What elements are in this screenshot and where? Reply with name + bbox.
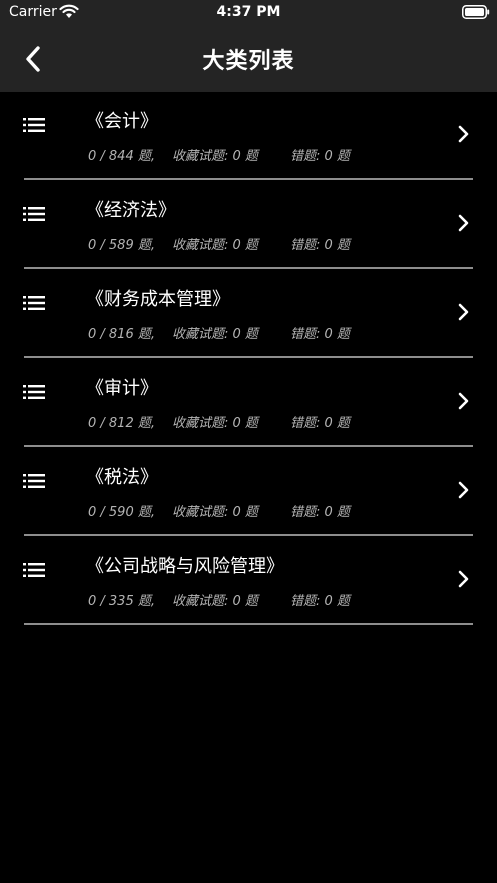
- list-icon: [23, 562, 45, 582]
- list-icon: [23, 384, 45, 404]
- category-stats: 0 / 335 题, 收藏试题: 0 题 错题: 0 题: [88, 590, 350, 609]
- list-icon: [23, 206, 45, 226]
- status-bar: Carrier 4:37 PM: [0, 0, 497, 26]
- category-row[interactable]: 《公司战略与风险管理》 0 / 335 题, 收藏试题: 0 题 错题: 0 题: [0, 537, 497, 626]
- row-divider: [24, 623, 473, 625]
- errors-count: 错题: 0 题: [290, 238, 350, 253]
- category-title: 《会计》: [86, 111, 158, 132]
- category-stats: 0 / 590 题, 收藏试题: 0 题 错题: 0 题: [88, 501, 350, 520]
- category-title: 《税法》: [86, 467, 158, 488]
- favorites-count: 收藏试题: 0 题: [172, 327, 258, 342]
- row-divider: [24, 356, 473, 358]
- errors-count: 错题: 0 题: [290, 416, 350, 431]
- category-row[interactable]: 《经济法》 0 / 589 题, 收藏试题: 0 题 错题: 0 题: [0, 181, 497, 270]
- favorites-count: 收藏试题: 0 题: [172, 416, 258, 431]
- battery-icon: [462, 5, 490, 23]
- category-title: 《审计》: [86, 378, 158, 399]
- favorites-count: 收藏试题: 0 题: [172, 149, 258, 164]
- navigation-bar: 大类列表: [0, 26, 497, 92]
- category-title: 《公司战略与风险管理》: [86, 556, 284, 577]
- chevron-right-icon: [456, 392, 470, 414]
- list-icon: [23, 295, 45, 315]
- category-title: 《经济法》: [86, 200, 176, 221]
- category-row[interactable]: 《税法》 0 / 590 题, 收藏试题: 0 题 错题: 0 题: [0, 448, 497, 537]
- category-stats: 0 / 816 题, 收藏试题: 0 题 错题: 0 题: [88, 323, 350, 342]
- favorites-count: 收藏试题: 0 题: [172, 594, 258, 609]
- progress-count: 0 / 812 题,: [88, 416, 155, 431]
- progress-count: 0 / 335 题,: [88, 594, 155, 609]
- favorites-count: 收藏试题: 0 题: [172, 505, 258, 520]
- errors-count: 错题: 0 题: [290, 594, 350, 609]
- errors-count: 错题: 0 题: [290, 149, 350, 164]
- category-row[interactable]: 《审计》 0 / 812 题, 收藏试题: 0 题 错题: 0 题: [0, 359, 497, 448]
- page-title: 大类列表: [202, 49, 295, 74]
- chevron-right-icon: [456, 125, 470, 147]
- chevron-right-icon: [456, 214, 470, 236]
- category-stats: 0 / 812 题, 收藏试题: 0 题 错题: 0 题: [88, 412, 350, 431]
- progress-count: 0 / 816 题,: [88, 327, 155, 342]
- category-title: 《财务成本管理》: [86, 289, 230, 310]
- chevron-right-icon: [456, 570, 470, 592]
- chevron-right-icon: [456, 481, 470, 503]
- progress-count: 0 / 590 题,: [88, 505, 155, 520]
- row-divider: [24, 445, 473, 447]
- category-stats: 0 / 844 题, 收藏试题: 0 题 错题: 0 题: [88, 145, 350, 164]
- list-icon: [23, 117, 45, 137]
- chevron-right-icon: [456, 303, 470, 325]
- category-stats: 0 / 589 题, 收藏试题: 0 题 错题: 0 题: [88, 234, 350, 253]
- list-icon: [23, 473, 45, 493]
- progress-count: 0 / 589 题,: [88, 238, 155, 253]
- row-divider: [24, 267, 473, 269]
- progress-count: 0 / 844 题,: [88, 149, 155, 164]
- errors-count: 错题: 0 题: [290, 505, 350, 520]
- category-row[interactable]: 《会计》 0 / 844 题, 收藏试题: 0 题 错题: 0 题: [0, 92, 497, 181]
- row-divider: [24, 178, 473, 180]
- status-time: 4:37 PM: [216, 4, 281, 20]
- errors-count: 错题: 0 题: [290, 327, 350, 342]
- category-list: 《会计》 0 / 844 题, 收藏试题: 0 题错题: 0 题 《经济法》 0 …: [0, 92, 497, 626]
- row-divider: [24, 534, 473, 536]
- category-row[interactable]: 《财务成本管理》 0 / 816 题, 收藏试题: 0 题 错题: 0 题: [0, 270, 497, 359]
- favorites-count: 收藏试题: 0 题: [172, 238, 258, 253]
